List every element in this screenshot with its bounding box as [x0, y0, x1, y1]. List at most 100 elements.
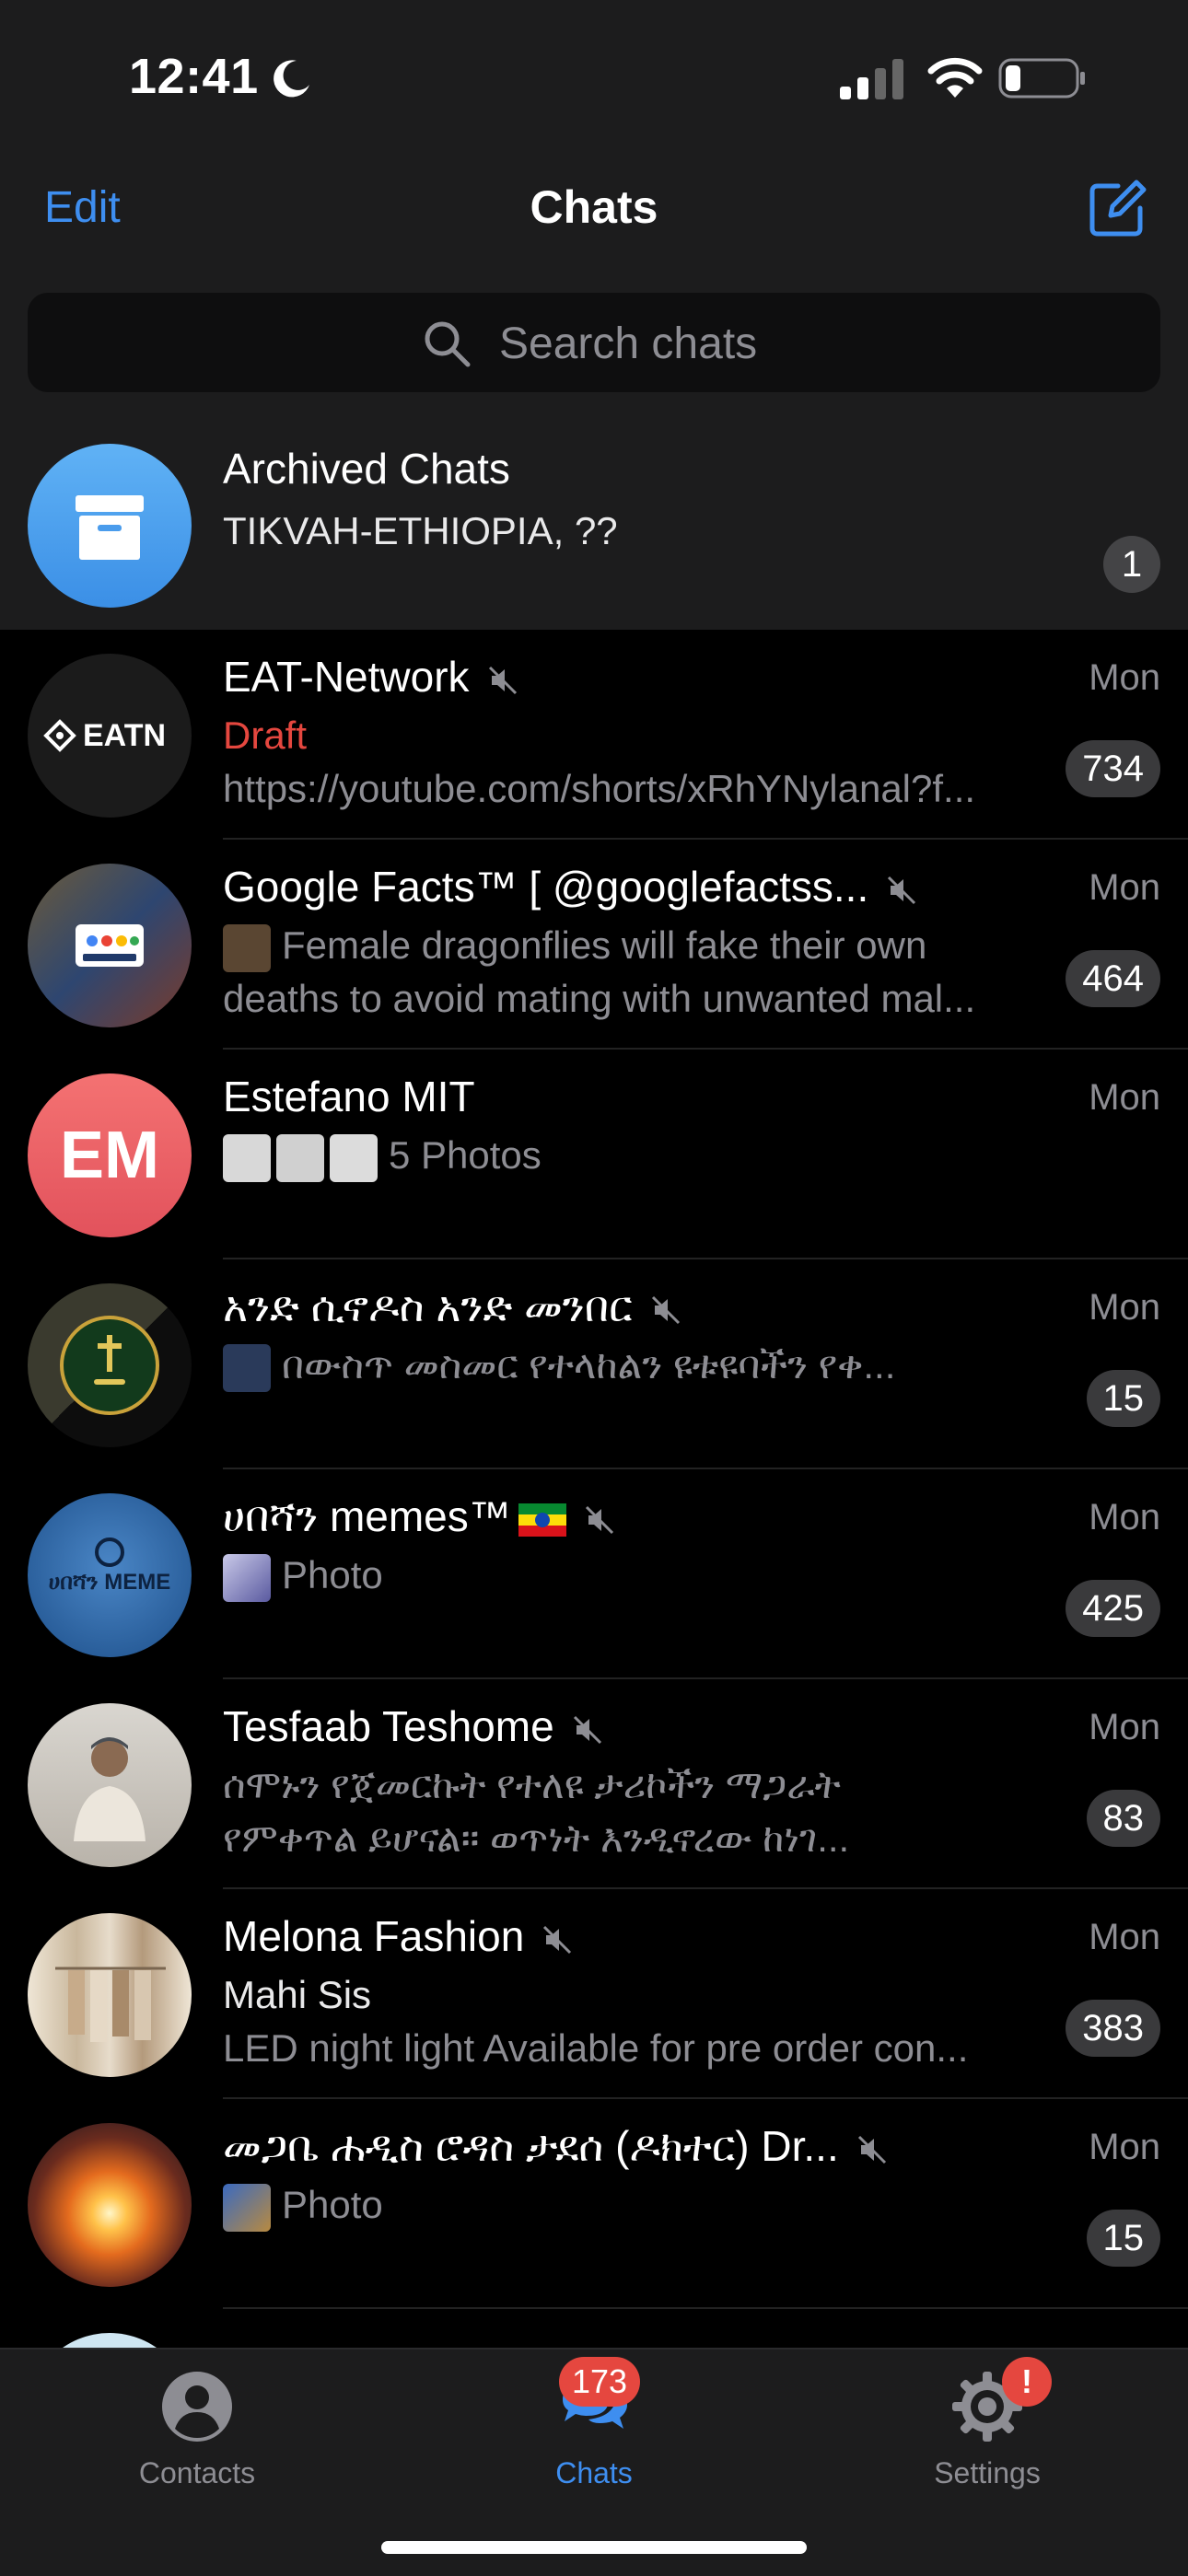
unread-badge: 464 — [1066, 950, 1160, 1007]
chat-list[interactable]: EATN EAT-Network Mon Draft https://youtu… — [0, 630, 1188, 2348]
tab-unread-badge: 173 — [559, 2357, 641, 2407]
chat-avatar — [28, 1703, 192, 1867]
tab-label: Settings — [934, 2456, 1041, 2489]
compose-icon[interactable] — [1085, 177, 1149, 241]
archive-avatar — [28, 444, 192, 608]
cellular-signal-icon — [840, 59, 903, 99]
chat-preview: ሰሞኑን የጀመርኩት የተለዩ ታሪኮችን ማጋራት የምቀጥል ይሆናል። … — [223, 1763, 850, 1860]
chat-preview: Mahi Sis LED night light Available for p… — [223, 1968, 1052, 2075]
tab-contacts[interactable]: Contacts — [77, 2368, 317, 2490]
chat-avatar — [28, 2333, 192, 2348]
chat-name: Estefano MIT — [223, 1073, 475, 1120]
muted-icon — [888, 876, 916, 904]
nav-bar: Edit Chats — [0, 157, 1188, 267]
chat-name: Tesfaab Teshome — [223, 1701, 604, 1751]
photo-thumbnail-icon — [223, 1553, 271, 1602]
chat-date: Mon — [1089, 1497, 1160, 1537]
muted-icon — [585, 1505, 613, 1534]
home-indicator[interactable] — [381, 2541, 807, 2554]
chat-avatar — [28, 1283, 192, 1447]
chat-avatar: ሀበሻን MEME — [28, 1493, 192, 1657]
chat-row[interactable]: Melona Fashion Mon Mahi Sis LED night li… — [0, 1889, 1188, 2099]
chat-preview: በውስጥ መስመር የተላከልን ዩቱዩባችን የቀ... — [223, 1339, 1052, 1392]
moon-icon — [274, 60, 309, 98]
chat-name: አንድ ሲኖዶስ አንድ መንበር — [223, 1282, 682, 1333]
muted-icon — [488, 666, 517, 694]
chat-date: Mon — [1089, 2127, 1160, 2167]
unread-badge: 15 — [1086, 2210, 1160, 2267]
chat-date: Mon — [1089, 1917, 1160, 1957]
wifi-icon — [927, 57, 983, 98]
unread-badge: 83 — [1086, 1790, 1160, 1847]
chat-name: Archived Chats — [223, 445, 510, 493]
ethiopia-flag-icon — [518, 1503, 566, 1537]
chat-date: Mon — [1089, 1077, 1160, 1118]
chat-row-partial[interactable] — [0, 2309, 1188, 2348]
muted-icon — [651, 1295, 680, 1324]
chat-row[interactable]: Google Facts™ [ @googlefactss... Mon Fem… — [0, 840, 1188, 1050]
photo-thumbnail-icon — [223, 1343, 271, 1392]
unread-badge: 734 — [1066, 740, 1160, 797]
chat-date: Mon — [1089, 1707, 1160, 1747]
chat-date: Mon — [1089, 1287, 1160, 1328]
eatn-logo-icon: EATN — [43, 718, 166, 753]
photo-thumbnail-icon — [223, 1133, 271, 1182]
muted-icon — [573, 1715, 601, 1744]
chat-row[interactable]: Tesfaab Teshome Mon ሰሞኑን የጀመርኩት የተለዩ ታሪኮ… — [0, 1679, 1188, 1889]
avatar-text: EATN — [83, 718, 166, 753]
chat-name: Melona Fashion — [223, 1911, 574, 1961]
clothing-rack-icon — [55, 1967, 166, 2042]
chat-row[interactable]: EM Estefano MIT Mon 5 Photos — [0, 1050, 1188, 1259]
archive-box-icon — [76, 495, 144, 560]
chat-row[interactable]: መጋቤ ሐዲስ ሮዳስ ታደሰ (ዶክተር) Dr... Mon Photo 1… — [0, 2099, 1188, 2309]
muted-icon — [543, 1925, 572, 1954]
chat-name: Google Facts™ [ @googlefactss... — [223, 862, 918, 911]
chat-name: ሀበሻን memes™ — [223, 1491, 616, 1543]
chat-avatar — [28, 1913, 192, 2077]
status-time: 12:41 — [129, 49, 259, 104]
chat-name: EAT-Network — [223, 652, 519, 702]
unread-badge: 383 — [1066, 2000, 1160, 2057]
archived-chats-row[interactable]: Archived Chats TIKVAH-ETHIOPIA, ?? 1 — [0, 420, 1188, 630]
tab-label: Chats — [555, 2456, 633, 2489]
tab-settings[interactable]: ! Settings — [868, 2357, 1107, 2490]
video-thumbnail-icon — [223, 923, 271, 972]
top-area: 12:41 Edit Chats Search chats — [0, 0, 1188, 420]
settings-alert-badge: ! — [1002, 2357, 1052, 2407]
unread-badge: 425 — [1066, 1580, 1160, 1637]
chat-date: Mon — [1089, 657, 1160, 698]
battery-icon — [998, 58, 1085, 99]
muted-icon — [857, 2135, 886, 2164]
chat-preview: Female dragonflies will fake their own d… — [223, 923, 976, 1020]
tab-label: Contacts — [138, 2456, 256, 2489]
chat-date: Mon — [1089, 867, 1160, 908]
chat-preview: Draft https://youtube.com/shorts/xRhYNyl… — [223, 709, 1052, 816]
photo-thumbnail-icon — [223, 2183, 271, 2232]
chat-avatar: EATN — [28, 654, 192, 818]
sender-name: Mahi Sis — [223, 1973, 372, 2016]
google-facts-logo-icon — [76, 924, 144, 967]
photo-thumbnail-icon — [330, 1133, 378, 1182]
chat-avatar — [28, 864, 192, 1027]
person-circle-icon — [162, 2372, 232, 2442]
chat-row[interactable]: አንድ ሲኖዶስ አንድ መንበር Mon በውስጥ መስመር የተላከልን ዩ… — [0, 1259, 1188, 1469]
avatar-text: ሀበሻን MEME — [49, 1570, 171, 1595]
chat-preview: 5 Photos — [223, 1129, 1052, 1182]
search-icon — [425, 321, 471, 367]
chat-avatar — [28, 2123, 192, 2287]
search-input[interactable]: Search chats — [28, 293, 1160, 392]
draft-label: Draft — [223, 714, 308, 757]
search-placeholder: Search chats — [499, 319, 758, 368]
page-title: Chats — [530, 181, 658, 233]
chat-preview: Photo — [223, 2178, 1052, 2232]
chat-row[interactable]: ሀበሻን MEME ሀበሻን memes™ Mon Photo 425 — [0, 1469, 1188, 1679]
chat-preview: Photo — [223, 1549, 1052, 1602]
chat-name: መጋቤ ሐዲስ ሮዳስ ታደሰ (ዶክተር) Dr... — [223, 2121, 889, 2173]
church-seal-icon — [60, 1316, 159, 1415]
unread-badge: 1 — [1103, 536, 1160, 593]
tab-chats[interactable]: 173 Chats — [474, 2357, 714, 2490]
chat-row[interactable]: EATN EAT-Network Mon Draft https://youtu… — [0, 630, 1188, 840]
memes-logo-icon: ሀበሻን MEME — [49, 1537, 171, 1595]
photo-thumbnail-icon — [276, 1133, 324, 1182]
person-photo-icon — [74, 1737, 146, 1841]
